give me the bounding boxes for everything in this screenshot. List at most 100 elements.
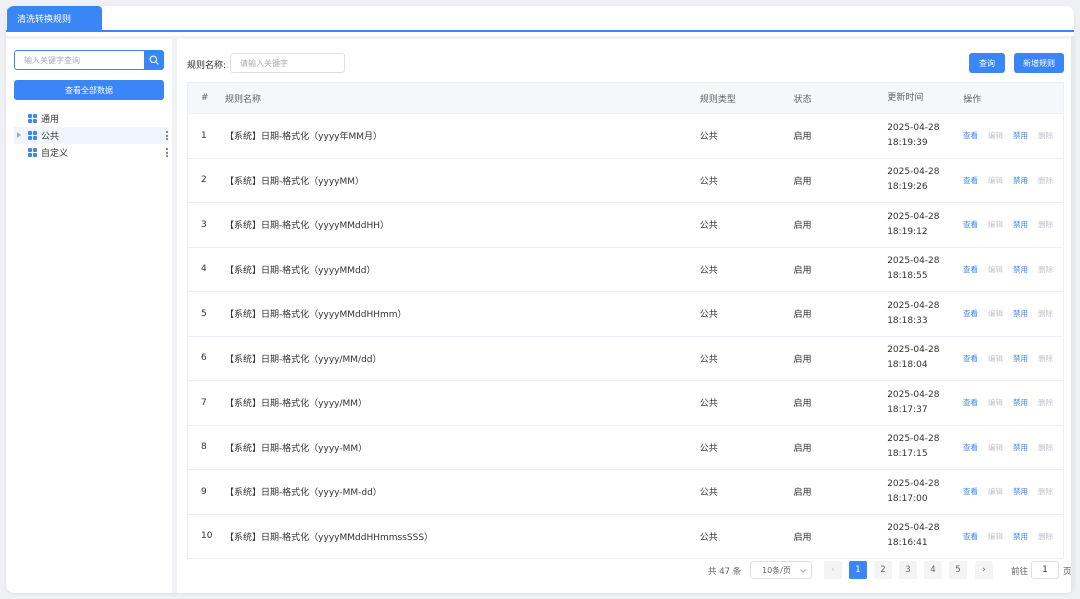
rule-name-filter-input[interactable]: 请输入关键字 <box>230 53 345 73</box>
edit-link[interactable]: 编辑 <box>988 264 1013 275</box>
page-button[interactable]: 5 <box>949 561 967 579</box>
chevron-down-icon <box>800 567 806 573</box>
update-clock: 18:19:12 <box>887 226 928 237</box>
rule-status: 启用 <box>793 132 812 143</box>
rule-type: 公共 <box>699 488 718 499</box>
view-link[interactable]: 查看 <box>963 175 988 186</box>
rule-status: 启用 <box>793 443 812 454</box>
edit-link[interactable]: 编辑 <box>988 442 1013 453</box>
page-size-select[interactable]: 10条/页 <box>750 561 812 579</box>
rule-name: 【系统】日期-格式化（yyyyMMddHH） <box>224 221 389 232</box>
view-link[interactable]: 查看 <box>963 130 988 141</box>
view-all-data-button[interactable]: 查看全部数据 <box>14 80 164 100</box>
view-link[interactable]: 查看 <box>963 353 988 364</box>
sidebar-search-button[interactable] <box>144 50 164 70</box>
table-row: 5 【系统】日期-格式化（yyyyMMddHHmm） 公共 启用 2025-04-28 1… <box>188 292 1063 337</box>
update-time: 2025-04-28 18:17:15 <box>887 432 963 462</box>
table-row: 7 【系统】日期-格式化（yyyy/MM） 公共 启用 2025-04-28 18:17:… <box>188 381 1063 426</box>
update-date: 2025-04-28 <box>887 122 940 133</box>
scrollbar-track[interactable] <box>1071 36 1074 593</box>
update-date: 2025-04-28 <box>887 167 940 178</box>
view-link[interactable]: 查看 <box>963 308 988 319</box>
update-date: 2025-04-28 <box>887 434 940 445</box>
edit-link[interactable]: 编辑 <box>988 175 1013 186</box>
page-button[interactable]: 2 <box>874 561 892 579</box>
delete-link[interactable]: 删除 <box>1038 397 1063 408</box>
tree-node-label: 通用 <box>41 115 60 125</box>
disable-link[interactable]: 禁用 <box>1013 486 1038 497</box>
disable-link[interactable]: 禁用 <box>1013 308 1038 319</box>
add-rule-button[interactable]: 新增规则 <box>1014 53 1064 73</box>
disable-link[interactable]: 禁用 <box>1013 264 1038 275</box>
view-link[interactable]: 查看 <box>963 531 988 542</box>
update-time: 2025-04-28 18:17:00 <box>887 477 963 507</box>
delete-link[interactable]: 删除 <box>1038 219 1063 230</box>
prev-page-button[interactable]: ‹ <box>824 561 842 579</box>
main-panel: 规则名称: 请输入关键字 查询 新增规则 # 规则名称 规则类型 状态 更新时间… <box>177 39 1074 593</box>
disable-link[interactable]: 禁用 <box>1013 219 1038 230</box>
page-button[interactable]: 4 <box>924 561 942 579</box>
view-link[interactable]: 查看 <box>963 397 988 408</box>
page-button[interactable]: 1 <box>849 561 867 579</box>
edit-link[interactable]: 编辑 <box>988 353 1013 364</box>
table-row: 9 【系统】日期-格式化（yyyy-MM-dd） 公共 启用 2025-04-28 18:… <box>188 470 1063 515</box>
row-actions: 查看 编辑 禁用 删除 <box>963 130 1063 141</box>
view-link[interactable]: 查看 <box>963 264 988 275</box>
edit-link[interactable]: 编辑 <box>988 308 1013 319</box>
edit-link[interactable]: 编辑 <box>988 219 1013 230</box>
disable-link[interactable]: 禁用 <box>1013 353 1038 364</box>
update-clock: 18:18:55 <box>887 271 928 282</box>
more-vertical-icon[interactable] <box>166 148 169 157</box>
more-vertical-icon[interactable] <box>166 131 169 140</box>
page-size-value: 10条/页 <box>762 565 791 575</box>
rule-type: 公共 <box>699 443 718 454</box>
tree-node[interactable]: 公共 <box>14 127 169 144</box>
delete-link[interactable]: 删除 <box>1038 442 1063 453</box>
view-link[interactable]: 查看 <box>963 219 988 230</box>
update-clock: 18:17:15 <box>887 449 928 460</box>
disable-link[interactable]: 禁用 <box>1013 397 1038 408</box>
delete-link[interactable]: 删除 <box>1038 353 1063 364</box>
row-actions: 查看 编辑 禁用 删除 <box>963 486 1063 497</box>
row-actions: 查看 编辑 禁用 删除 <box>963 308 1063 319</box>
goto-page-input[interactable]: 1 <box>1031 561 1059 579</box>
disable-link[interactable]: 禁用 <box>1013 442 1038 453</box>
disable-link[interactable]: 禁用 <box>1013 130 1038 141</box>
tab-cleaning-rules[interactable]: 清洗转换规则 <box>7 6 102 30</box>
caret-right-icon[interactable] <box>17 132 21 138</box>
delete-link[interactable]: 删除 <box>1038 130 1063 141</box>
next-page-button[interactable]: › <box>975 561 993 579</box>
delete-link[interactable]: 删除 <box>1038 486 1063 497</box>
view-link[interactable]: 查看 <box>963 486 988 497</box>
header-rule-type: 规则类型 <box>699 94 736 105</box>
rule-status: 启用 <box>793 265 812 276</box>
edit-link[interactable]: 编辑 <box>988 397 1013 408</box>
delete-link[interactable]: 删除 <box>1038 175 1063 186</box>
disable-link[interactable]: 禁用 <box>1013 531 1038 542</box>
update-time: 2025-04-28 18:19:39 <box>887 121 963 151</box>
grid-icon <box>28 131 37 140</box>
rule-name: 【系统】日期-格式化（yyyyMM） <box>224 176 365 187</box>
view-link[interactable]: 查看 <box>963 442 988 453</box>
rule-name: 【系统】日期-格式化（yyyyMMdd） <box>224 265 376 276</box>
rule-type: 公共 <box>699 221 718 232</box>
update-date: 2025-04-28 <box>887 478 940 489</box>
rule-name-filter-label: 规则名称: <box>187 61 227 71</box>
row-actions: 查看 编辑 禁用 删除 <box>963 175 1063 186</box>
sidebar-search-input[interactable]: 输入关键字查询 <box>14 50 144 70</box>
tree-node[interactable]: 自定义 <box>14 144 169 161</box>
delete-link[interactable]: 删除 <box>1038 264 1063 275</box>
delete-link[interactable]: 删除 <box>1038 308 1063 319</box>
edit-link[interactable]: 编辑 <box>988 130 1013 141</box>
table-header: # 规则名称 规则类型 状态 更新时间 操作 <box>188 83 1063 114</box>
page-button[interactable]: 3 <box>899 561 917 579</box>
rule-type: 公共 <box>699 354 718 365</box>
tree-node[interactable]: 通用 <box>14 110 169 127</box>
row-actions: 查看 编辑 禁用 删除 <box>963 531 1063 542</box>
query-button[interactable]: 查询 <box>969 53 1005 73</box>
delete-link[interactable]: 删除 <box>1038 531 1063 542</box>
update-time: 2025-04-28 18:19:12 <box>887 210 963 240</box>
edit-link[interactable]: 编辑 <box>988 531 1013 542</box>
disable-link[interactable]: 禁用 <box>1013 175 1038 186</box>
edit-link[interactable]: 编辑 <box>988 486 1013 497</box>
